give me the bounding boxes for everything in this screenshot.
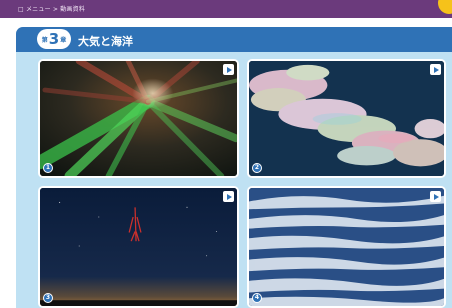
chapter-number: 3 — [48, 29, 60, 48]
chapter-prefix: 第 — [41, 36, 48, 44]
play-icon — [433, 193, 439, 200]
play-button[interactable] — [430, 191, 441, 202]
video-number-badge: 3 — [43, 293, 53, 303]
video-card-iridescent-cloud[interactable]: 2 — [247, 59, 446, 178]
play-button[interactable] — [223, 64, 234, 75]
play-button[interactable] — [430, 64, 441, 75]
iridescent-cloud-photo — [249, 61, 444, 176]
sprite-photo — [40, 188, 237, 306]
video-number-badge: 2 — [252, 163, 262, 173]
play-icon — [226, 193, 232, 200]
play-button[interactable] — [223, 191, 234, 202]
corner-marker — [438, 0, 452, 14]
video-number-badge: 1 — [43, 163, 53, 173]
top-header-strip: □ メニュー > 動画資料 — [0, 0, 452, 18]
chapter-badge: 第 3 章 — [37, 29, 71, 49]
chapter-suffix: 章 — [60, 36, 67, 44]
play-icon — [433, 66, 439, 73]
video-number-badge: 4 — [252, 293, 262, 303]
breadcrumb[interactable]: □ メニュー > 動画資料 — [18, 4, 85, 13]
altocumulus-photo — [249, 188, 444, 306]
chapter-title: 大気と海洋 — [78, 35, 133, 48]
video-card-sprite[interactable]: 3 — [38, 186, 239, 308]
play-icon — [226, 66, 232, 73]
video-card-altocumulus[interactable]: 4 — [247, 186, 446, 308]
aurora-photo — [40, 61, 237, 176]
video-card-aurora[interactable]: 1 — [38, 59, 239, 178]
